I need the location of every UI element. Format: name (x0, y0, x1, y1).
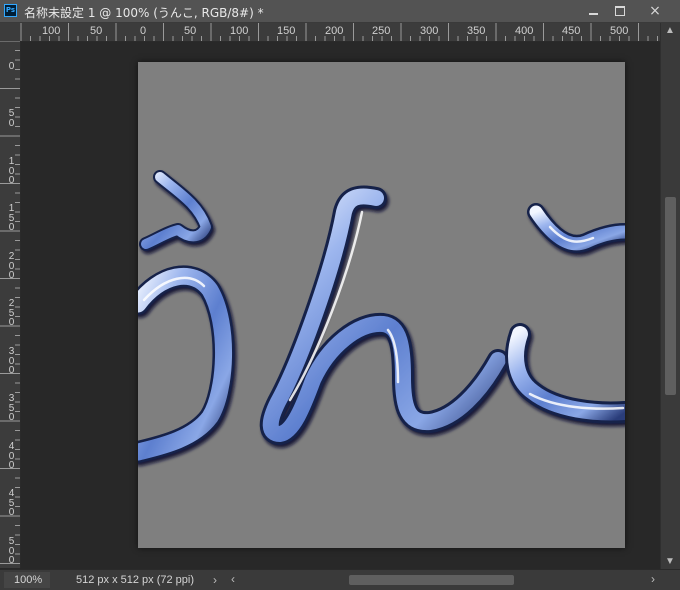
ruler-tick-label: 350 (8, 393, 15, 423)
zoom-field[interactable]: 100% (4, 572, 50, 588)
close-button[interactable]: × (640, 0, 670, 22)
scroll-left-icon[interactable]: ‹ (231, 572, 235, 586)
ruler-tick-label: 150 (277, 25, 296, 37)
ruler-tick-label: 450 (8, 488, 15, 518)
ruler-tick-label: 350 (467, 25, 486, 37)
title-bar: Ps 名称未設定 1 @ 100% (うんこ, RGB/8#) * × (0, 0, 680, 23)
ruler-tick-label: 50 (8, 108, 15, 129)
vertical-scroll-thumb[interactable] (665, 197, 676, 395)
ruler-tick-label: 50 (184, 25, 197, 37)
vertical-ruler[interactable]: 0 50 100 150 200 250 300 350 400 450 500 (0, 41, 21, 568)
ruler-tick-label: 50 (90, 25, 103, 37)
scroll-right-icon[interactable]: › (651, 572, 655, 586)
ruler-tick-label: 0 (140, 25, 147, 37)
photoshop-logo-icon: Ps (4, 4, 17, 17)
ruler-tick-label: 100 (42, 25, 61, 37)
vertical-scrollbar[interactable]: ▲ ▼ (660, 23, 680, 569)
pasteboard[interactable] (21, 42, 659, 568)
maximize-button[interactable] (605, 0, 635, 22)
ruler-tick-label: 450 (562, 25, 581, 37)
glyph-u-top (139, 170, 213, 251)
document-info: 512 px x 512 px (72 ppi) (76, 574, 195, 586)
document-canvas[interactable] (138, 62, 625, 548)
ruler-tick-label: 100 (230, 25, 249, 37)
horizontal-scroll-thumb[interactable] (349, 575, 514, 585)
status-bar: 100% 512 px x 512 px (72 ppi) › ‹ › (0, 569, 680, 590)
ruler-tick-label: 100 (8, 156, 15, 186)
ruler-tick-label: 300 (8, 346, 15, 376)
glyph-ko-bottom (505, 323, 625, 424)
ruler-tick-label: 500 (8, 536, 15, 566)
minimize-button[interactable] (578, 0, 608, 22)
minimize-icon (588, 13, 598, 15)
ruler-tick-label: 200 (8, 251, 15, 281)
horizontal-scrollbar[interactable]: ‹ › (225, 572, 659, 588)
text-layer-artwork (138, 170, 625, 463)
ruler-tick-label: 300 (420, 25, 439, 37)
scroll-up-icon[interactable]: ▲ (665, 25, 675, 36)
document-window: Ps 名称未設定 1 @ 100% (うんこ, RGB/8#) * × 100 … (0, 0, 680, 590)
status-menu-arrow-icon[interactable]: › (213, 573, 217, 587)
scroll-down-icon[interactable]: ▼ (665, 556, 675, 567)
ruler-origin[interactable] (0, 23, 21, 42)
ruler-tick-label: 150 (8, 203, 15, 233)
glyph-u-body (138, 265, 235, 463)
ruler-tick-label: 0 (8, 61, 15, 72)
glyph-n (259, 185, 509, 445)
ruler-tick-label: 250 (8, 298, 15, 328)
ruler-tick-label: 200 (325, 25, 344, 37)
maximize-icon (615, 6, 625, 16)
close-icon: × (649, 3, 661, 19)
ruler-tick-label: 400 (8, 441, 15, 471)
ruler-tick-label: 250 (372, 25, 391, 37)
ruler-tick-label: 400 (515, 25, 534, 37)
ruler-tick-label: 500 (610, 25, 629, 37)
horizontal-ruler[interactable]: 100 50 0 50 100 150 200 250 300 350 400 … (20, 23, 660, 42)
window-title: 名称未設定 1 @ 100% (うんこ, RGB/8#) * (24, 6, 264, 20)
